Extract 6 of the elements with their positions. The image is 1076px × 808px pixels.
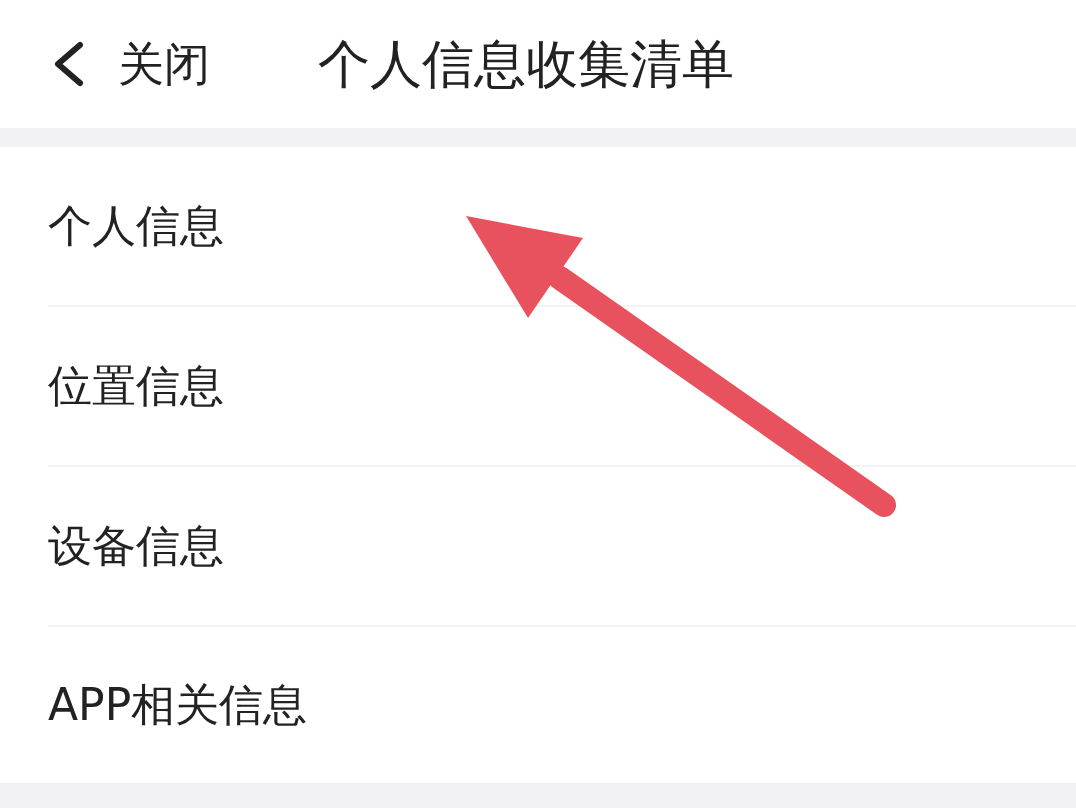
close-button[interactable]: 关闭	[50, 41, 210, 87]
list-item[interactable]: 个人信息	[48, 204, 224, 248]
list-item[interactable]: APP相关信息	[48, 683, 308, 727]
page-title: 个人信息收集清单	[318, 38, 734, 90]
list-item[interactable]: 设备信息	[48, 524, 224, 568]
list-item[interactable]: 位置信息	[48, 364, 224, 408]
